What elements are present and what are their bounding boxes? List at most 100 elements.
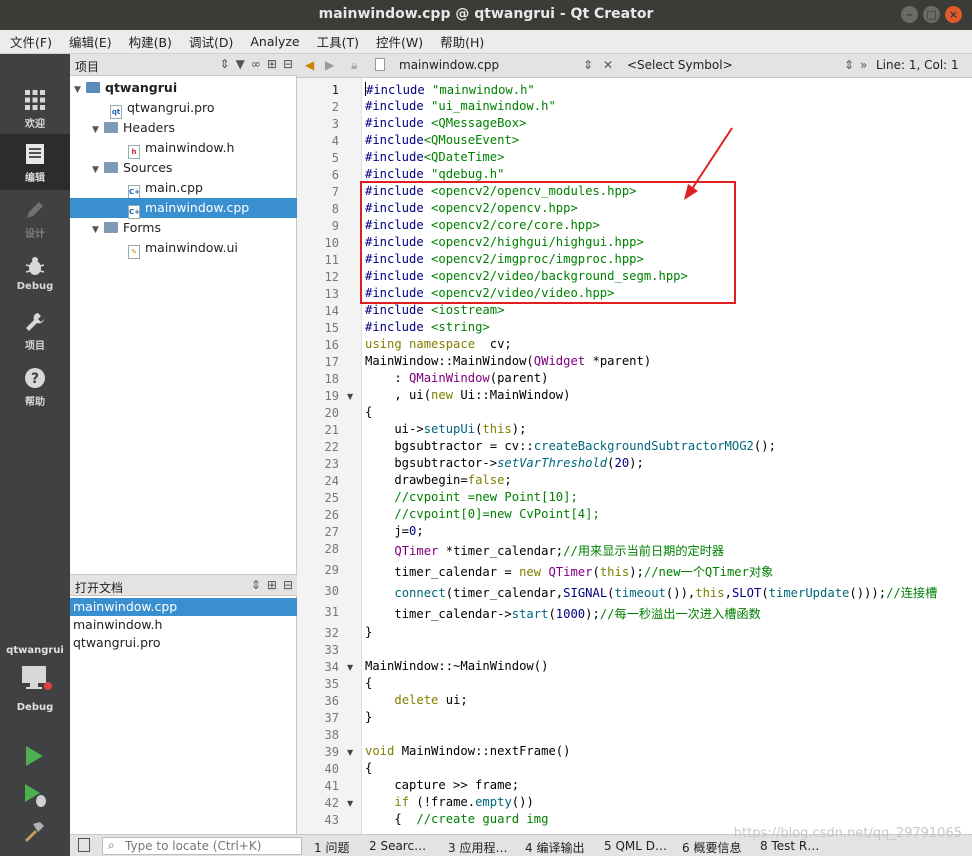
tree-item-headers[interactable]: ▼ Headers (92, 118, 175, 138)
chevron-updown-icon[interactable]: ⇕ (251, 578, 261, 592)
code-line[interactable]: } (365, 625, 372, 639)
code-line[interactable]: #include<QDateTime> (365, 150, 504, 164)
code-line[interactable]: bgsubtractor->setVarThreshold(20); (365, 456, 644, 470)
open-doc-item[interactable]: qtwangrui.pro (70, 634, 297, 652)
locator-input[interactable]: Type to locate (Ctrl+K) (102, 837, 302, 855)
mode-edit[interactable]: 编辑 (0, 134, 70, 190)
code-line[interactable]: QTimer *timer_calendar;//用来显示当前日期的定时器 (365, 541, 724, 559)
code-line[interactable]: //cvpoint[0]=new CvPoint[4]; (365, 507, 599, 521)
sidebar-toggle-icon[interactable] (78, 838, 90, 852)
symbol-selector[interactable]: <Select Symbol> (627, 58, 733, 72)
output-tab-issues[interactable]: 1 问题 (314, 839, 349, 856)
debug-run-icon[interactable] (22, 782, 48, 808)
code-line[interactable]: MainWindow::MainWindow(QWidget *parent) (365, 354, 651, 368)
code-line[interactable]: ui->setupUi(this); (365, 422, 526, 436)
mode-help[interactable]: ? 帮助 (0, 358, 70, 414)
mode-design[interactable]: 设计 (0, 190, 70, 246)
code-line[interactable]: if (!frame.empty()) (365, 795, 533, 809)
chevron-down-icon[interactable]: ▼ (74, 80, 86, 100)
mode-projects[interactable]: 项目 (0, 302, 70, 358)
code-line[interactable]: #include "ui_mainwindow.h" (365, 99, 556, 113)
code-line[interactable]: drawbegin=false; (365, 473, 511, 487)
run-icon[interactable] (22, 744, 46, 768)
tree-item-pro-file[interactable]: qt qtwangrui.pro (110, 98, 215, 119)
code-line[interactable]: { (365, 761, 372, 775)
maximize-button[interactable]: □ (923, 6, 940, 23)
code-line[interactable]: { //create guard img (365, 812, 548, 826)
output-tab-compile[interactable]: 4 编译输出 (525, 839, 584, 856)
forward-arrow-icon[interactable]: ▶ (325, 58, 334, 72)
output-tab-app-output[interactable]: 3 应用程… (448, 839, 507, 856)
fold-marker-icon[interactable]: ▼ (347, 663, 353, 672)
target-selector[interactable]: qtwangrui Debug (0, 640, 70, 720)
menu-edit[interactable]: 编辑(E) (59, 32, 119, 51)
code-line[interactable]: j=0; (365, 524, 423, 538)
tree-item-main-cpp[interactable]: C+ main.cpp (128, 178, 203, 199)
chevron-updown-icon[interactable]: ⇕ (583, 58, 593, 72)
chevron-updown-icon[interactable]: ⇕ (220, 57, 230, 71)
code-line[interactable]: using namespace cv; (365, 337, 512, 351)
code-line[interactable]: , ui(new Ui::MainWindow) (365, 388, 570, 402)
code-line[interactable]: void MainWindow::nextFrame() (365, 744, 570, 758)
minimize-button[interactable]: – (901, 6, 918, 23)
output-tab-test[interactable]: 8 Test R… (760, 839, 819, 853)
code-line[interactable]: delete ui; (365, 693, 467, 707)
code-line[interactable]: { (365, 405, 372, 419)
more-icon[interactable]: » (860, 58, 867, 72)
document-selector[interactable]: mainwindow.cpp (399, 58, 499, 72)
fold-marker-icon[interactable]: ▼ (347, 392, 353, 401)
code-line[interactable]: #include<QMouseEvent> (365, 133, 519, 147)
back-arrow-icon[interactable]: ◀ (305, 58, 314, 72)
code-line[interactable]: timer_calendar = new QTimer(this);//new一… (365, 562, 773, 580)
menu-build[interactable]: 构建(B) (119, 32, 179, 51)
code-line[interactable]: capture >> frame; (365, 778, 519, 792)
tree-item-sources[interactable]: ▼ Sources (92, 158, 172, 178)
code-line[interactable]: #include <string> (365, 320, 490, 334)
tree-item-forms[interactable]: ▼ Forms (92, 218, 161, 238)
tree-item-mainwindow-h[interactable]: h mainwindow.h (128, 138, 234, 159)
code-line[interactable]: MainWindow::~MainWindow() (365, 659, 548, 673)
tree-item-mainwindow-ui[interactable]: ✎ mainwindow.ui (128, 238, 238, 259)
chevron-down-icon[interactable]: ▼ (92, 220, 104, 240)
menu-analyze[interactable]: Analyze (240, 34, 306, 49)
split-icon[interactable]: ⊞ (267, 578, 277, 592)
output-tab-summary[interactable]: 6 概要信息 (682, 839, 741, 856)
menu-help[interactable]: 帮助(H) (430, 32, 491, 51)
code-line[interactable]: bgsubtractor = cv::createBackgroundSubtr… (365, 439, 776, 453)
code-line[interactable]: #include <iostream> (365, 303, 504, 317)
split-icon[interactable]: ⊞ (267, 57, 277, 71)
build-hammer-icon[interactable] (22, 820, 46, 844)
open-doc-item[interactable]: mainwindow.cpp (70, 598, 297, 616)
code-line[interactable]: #include <QMessageBox> (365, 116, 526, 130)
code-line[interactable]: } (365, 710, 372, 724)
mode-debug[interactable]: Debug (0, 246, 70, 302)
cursor-position[interactable]: Line: 1, Col: 1 (876, 58, 959, 72)
code-line[interactable]: #include "mainwindow.h" (365, 82, 535, 97)
menu-widgets[interactable]: 控件(W) (366, 32, 430, 51)
filter-icon[interactable]: ▼ (236, 57, 245, 71)
menu-tools[interactable]: 工具(T) (307, 32, 366, 51)
fold-marker-icon[interactable]: ▼ (347, 799, 353, 808)
output-tab-search[interactable]: 2 Searc… (369, 839, 426, 853)
fold-marker-icon[interactable]: ▼ (347, 748, 353, 757)
close-panel-icon[interactable]: ⊟ (283, 578, 293, 592)
output-tab-qml[interactable]: 5 QML D… (604, 839, 667, 853)
menu-file[interactable]: 文件(F) (0, 32, 59, 51)
code-line[interactable]: : QMainWindow(parent) (365, 371, 548, 385)
close-document-icon[interactable]: ✕ (603, 58, 613, 72)
tree-item-project[interactable]: ▼ qtwangrui (74, 78, 177, 98)
code-line[interactable]: timer_calendar->start(1000);//每一秒溢出一次进入槽… (365, 604, 760, 622)
chevron-down-icon[interactable]: ▼ (92, 160, 104, 180)
tree-item-mainwindow-cpp[interactable]: C+ mainwindow.cpp (70, 198, 297, 219)
menu-debug[interactable]: 调试(D) (179, 32, 240, 51)
code-line[interactable]: connect(timer_calendar,SIGNAL(timeout())… (365, 583, 937, 601)
link-icon[interactable]: ∞ (251, 57, 261, 71)
mode-welcome[interactable]: 欢迎 (0, 80, 70, 136)
close-panel-icon[interactable]: ⊟ (283, 57, 293, 71)
chevron-down-icon[interactable]: ▼ (92, 120, 104, 140)
code-line[interactable]: #include "qdebug.h" (365, 167, 504, 181)
code-line[interactable]: { (365, 676, 372, 690)
close-button[interactable]: × (945, 6, 962, 23)
code-line[interactable]: //cvpoint =new Point[10]; (365, 490, 577, 504)
chevron-updown-icon[interactable]: ⇕ (844, 58, 854, 72)
